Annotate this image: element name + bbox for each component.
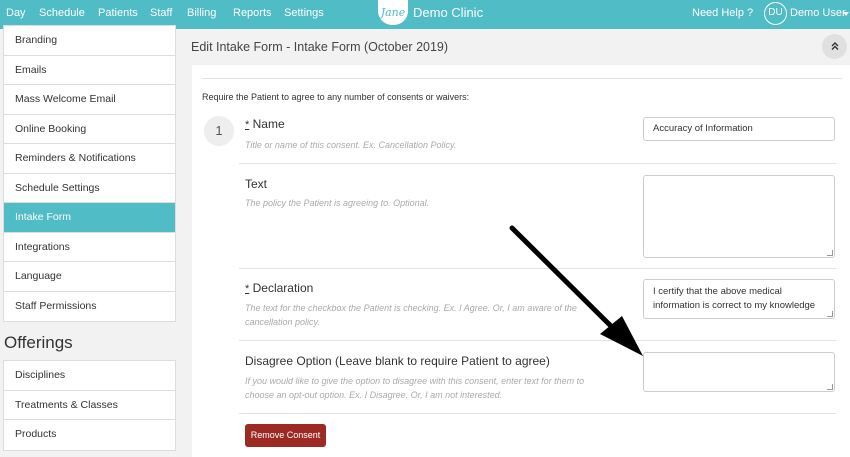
sidebar-item-staff-permissions[interactable]: Staff Permissions	[4, 292, 175, 322]
name-help: Title or name of this consent. Ex. Cance…	[245, 140, 457, 150]
remove-consent-button[interactable]: Remove Consent	[245, 424, 326, 447]
nav-patients[interactable]: Patients	[98, 7, 138, 19]
main-panel: Edit Intake Form - Intake Form (October …	[182, 29, 850, 457]
declaration-label: * Declaration	[245, 281, 313, 295]
sidebar-item-products[interactable]: Products	[4, 420, 175, 450]
nav-billing[interactable]: Billing	[187, 7, 216, 19]
divider	[239, 163, 836, 164]
nav-day[interactable]: Day	[6, 7, 26, 19]
sidebar-item-mass-welcome-email[interactable]: Mass Welcome Email	[4, 85, 175, 115]
clinic-name: Demo Clinic	[413, 5, 484, 20]
settings-sidebar: Branding Emails Mass Welcome Email Onlin…	[0, 25, 182, 457]
divider	[202, 78, 842, 79]
disagree-option-textarea[interactable]	[643, 352, 835, 392]
double-chevron-up-icon	[831, 42, 838, 50]
sidebar-item-schedule-settings[interactable]: Schedule Settings	[4, 174, 175, 203]
offerings-heading: Offerings	[4, 333, 73, 352]
sidebar-item-treatments-classes[interactable]: Treatments & Classes	[4, 391, 175, 420]
need-help-link[interactable]: Need Help ?	[692, 7, 753, 19]
consent-number-badge: 1	[204, 116, 234, 146]
offerings-menu: Disciplines Treatments & Classes Product…	[3, 360, 176, 451]
avatar[interactable]: DU	[764, 2, 787, 25]
text-help: The policy the Patient is agreeing to. O…	[245, 198, 430, 208]
consent-form: Require the Patient to agree to any numb…	[192, 65, 850, 457]
nav-staff[interactable]: Staff	[150, 7, 172, 19]
disagree-label: Disagree Option (Leave blank to require …	[245, 354, 550, 368]
disagree-help: If you would like to give the option to …	[245, 376, 585, 400]
jane-logo[interactable]: Jane	[378, 0, 408, 25]
consent-intro: Require the Patient to agree to any numb…	[202, 92, 470, 102]
consent-name-input[interactable]: Accuracy of Information	[643, 117, 835, 141]
declaration-help: The text for the checkbox the Patient is…	[245, 303, 577, 327]
sidebar-item-integrations[interactable]: Integrations	[4, 233, 175, 262]
text-label: Text	[245, 177, 268, 191]
page-title: Edit Intake Form - Intake Form (October …	[191, 40, 449, 54]
sidebar-item-branding[interactable]: Branding	[4, 26, 175, 56]
nav-reports[interactable]: Reports	[233, 7, 272, 19]
chevron-down-icon[interactable]	[843, 12, 849, 16]
resize-handle[interactable]	[827, 384, 833, 390]
declaration-label-text: Declaration	[252, 281, 314, 295]
sidebar-item-intake-form[interactable]: Intake Form	[4, 203, 175, 233]
nav-schedule[interactable]: Schedule	[39, 7, 85, 19]
name-label-text: Name	[252, 117, 285, 131]
nav-settings[interactable]: Settings	[284, 7, 324, 19]
resize-handle[interactable]	[827, 311, 833, 317]
divider	[239, 413, 836, 414]
required-mark: *	[245, 283, 250, 295]
divider	[239, 268, 836, 269]
divider	[239, 340, 836, 341]
declaration-value: I certify that the above medical informa…	[653, 286, 816, 311]
sidebar-item-emails[interactable]: Emails	[4, 56, 175, 85]
resize-handle[interactable]	[827, 250, 833, 256]
declaration-textarea[interactable]: I certify that the above medical informa…	[643, 279, 835, 319]
collapse-button[interactable]	[822, 34, 847, 59]
settings-menu: Branding Emails Mass Welcome Email Onlin…	[3, 25, 176, 322]
required-mark: *	[245, 119, 250, 131]
sidebar-item-reminders[interactable]: Reminders & Notifications	[4, 144, 175, 174]
sidebar-item-online-booking[interactable]: Online Booking	[4, 115, 175, 144]
sidebar-item-disciplines[interactable]: Disciplines	[4, 361, 175, 391]
consent-text-textarea[interactable]	[643, 175, 835, 258]
user-menu[interactable]: Demo User	[790, 7, 846, 19]
name-label: * Name	[245, 117, 285, 131]
sidebar-item-language[interactable]: Language	[4, 262, 175, 292]
logo-text: Jane	[380, 6, 406, 19]
